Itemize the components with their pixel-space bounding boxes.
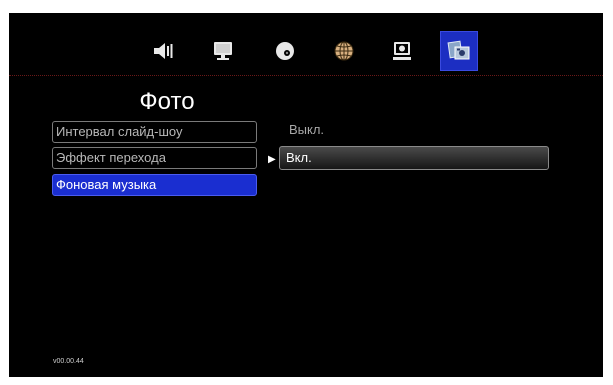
firmware-version: v00.00.44 (53, 358, 84, 365)
page-title: Фото (139, 88, 195, 115)
option-on[interactable]: Вкл. (279, 146, 549, 170)
display-icon[interactable] (206, 34, 240, 68)
menu-item-transition-effect[interactable]: Эффект перехода (52, 147, 257, 169)
menu-item-background-music[interactable]: Фоновая музыка (52, 174, 257, 196)
system-icon[interactable] (385, 34, 419, 68)
settings-screen: Фото Интервал слайд-шоу Эффект перехода … (9, 13, 603, 377)
play-arrow-icon: ▶ (268, 154, 276, 165)
photo-icon[interactable] (440, 31, 478, 71)
current-value: Выкл. (289, 122, 325, 137)
disc-icon[interactable] (268, 34, 302, 68)
network-icon[interactable] (327, 34, 361, 68)
audio-icon[interactable] (146, 34, 180, 68)
menu-item-slideshow-interval[interactable]: Интервал слайд-шоу (52, 121, 257, 143)
toolbar-divider (9, 75, 603, 76)
